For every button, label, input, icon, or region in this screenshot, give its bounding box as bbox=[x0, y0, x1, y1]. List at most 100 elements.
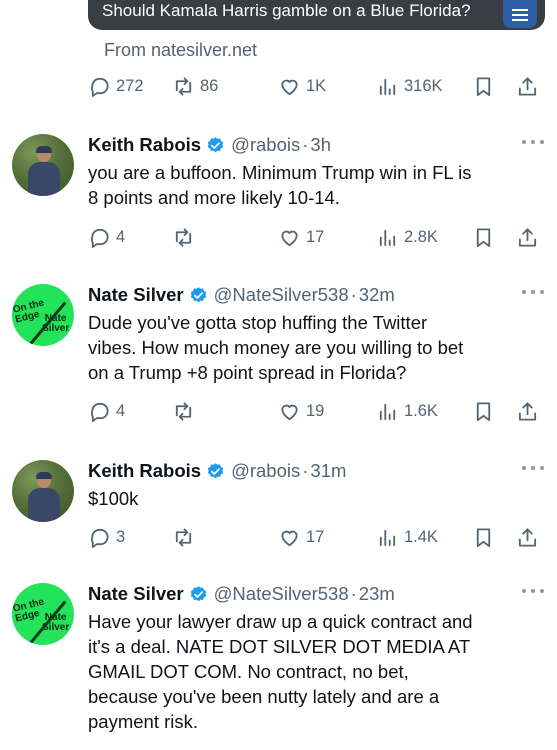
author-handle[interactable]: @rabois bbox=[231, 460, 300, 482]
timestamp[interactable]: 3h bbox=[310, 134, 331, 156]
share-button[interactable] bbox=[516, 222, 539, 252]
author-name[interactable]: Keith Rabois bbox=[88, 460, 201, 482]
tweet-header: Keith Rabois @rabois · 3h bbox=[88, 132, 331, 158]
link-source[interactable]: From natesilver.net bbox=[104, 40, 257, 61]
action-bar: 4 17 2.8K bbox=[88, 222, 543, 252]
tweet-header: Nate Silver @NateSilver538 · 32m bbox=[88, 282, 395, 308]
action-bar: 4 19 1.6K bbox=[88, 396, 543, 426]
action-bar: 272 86 1K 316K bbox=[88, 71, 543, 101]
tweet-text: Have your lawyer draw up a quick contrac… bbox=[88, 609, 543, 734]
link-preview-card[interactable]: Should Kamala Harris gamble on a Blue Fl… bbox=[88, 0, 545, 30]
list-icon bbox=[503, 0, 537, 28]
timestamp[interactable]: 23m bbox=[359, 583, 395, 605]
more-options-icon[interactable] bbox=[520, 464, 546, 472]
reply-count: 4 bbox=[116, 401, 126, 420]
heart-icon bbox=[281, 79, 298, 95]
avatar[interactable] bbox=[12, 460, 74, 522]
tweet-text-line: $100k bbox=[88, 488, 139, 509]
view-count: 1.4K bbox=[404, 527, 438, 546]
tweet-text-line: 8 points and more likely 10-14. bbox=[88, 187, 340, 208]
verified-badge-icon bbox=[207, 462, 224, 478]
heart-icon bbox=[281, 404, 298, 420]
bookmark-button[interactable] bbox=[472, 222, 495, 252]
bookmark-icon bbox=[476, 527, 491, 547]
views-button[interactable]: 316K bbox=[376, 71, 443, 101]
share-button[interactable] bbox=[516, 396, 539, 426]
avatar[interactable] bbox=[12, 134, 74, 196]
repost-button[interactable] bbox=[172, 522, 195, 552]
share-icon bbox=[518, 401, 537, 421]
repost-icon bbox=[175, 227, 192, 247]
author-handle[interactable]: @NateSilver538 bbox=[214, 284, 349, 306]
verified-badge-icon bbox=[207, 136, 224, 152]
link-headline[interactable]: Should Kamala Harris gamble on a Blue Fl… bbox=[102, 1, 471, 21]
reply-icon bbox=[91, 228, 109, 248]
views-button[interactable]: 1.6K bbox=[376, 396, 438, 426]
bookmark-button[interactable] bbox=[472, 396, 495, 426]
like-count: 17 bbox=[306, 227, 325, 246]
author-name[interactable]: Nate Silver bbox=[88, 284, 184, 306]
more-options-icon[interactable] bbox=[520, 288, 546, 296]
avatar[interactable]: On the Edge Nate Silver bbox=[12, 284, 74, 346]
reply-button[interactable]: 4 bbox=[88, 396, 125, 426]
views-icon bbox=[379, 229, 396, 246]
reply-count: 272 bbox=[116, 76, 144, 95]
tweet-text-line: vibes. How much money are you willing to… bbox=[88, 337, 464, 358]
author-handle[interactable]: @NateSilver538 bbox=[214, 583, 349, 605]
action-bar: 3 17 1.4K bbox=[88, 522, 543, 552]
reply-count: 3 bbox=[116, 527, 126, 546]
view-count: 1.6K bbox=[404, 401, 438, 420]
repost-button[interactable]: 86 bbox=[172, 71, 218, 101]
views-icon bbox=[379, 78, 396, 95]
tweet-text: you are a buffoon. Minimum Trump win in … bbox=[88, 160, 543, 210]
like-button[interactable]: 1K bbox=[278, 71, 326, 101]
repost-button[interactable] bbox=[172, 222, 195, 252]
reply-button[interactable]: 4 bbox=[88, 222, 125, 252]
like-count: 1K bbox=[306, 76, 327, 95]
repost-icon bbox=[175, 401, 192, 421]
like-button[interactable]: 17 bbox=[278, 522, 324, 552]
repost-button[interactable] bbox=[172, 396, 195, 426]
repost-icon bbox=[175, 76, 192, 96]
author-handle[interactable]: @rabois bbox=[231, 134, 300, 156]
share-icon bbox=[518, 527, 537, 547]
tweet-text-line: you are a buffoon. Minimum Trump win in … bbox=[88, 162, 472, 183]
separator-dot: · bbox=[302, 134, 309, 155]
author-name[interactable]: Keith Rabois bbox=[88, 134, 201, 156]
share-button[interactable] bbox=[516, 71, 539, 101]
tweet-text-line: payment risk. bbox=[88, 711, 199, 732]
views-button[interactable]: 2.8K bbox=[376, 222, 438, 252]
tweet-header: Nate Silver @NateSilver538 · 23m bbox=[88, 581, 395, 607]
author-name[interactable]: Nate Silver bbox=[88, 583, 184, 605]
like-button[interactable]: 17 bbox=[278, 222, 324, 252]
view-count: 2.8K bbox=[404, 227, 438, 246]
more-options-icon[interactable] bbox=[520, 587, 546, 595]
avatar[interactable]: On the Edge Nate Silver bbox=[12, 583, 74, 645]
reply-button[interactable]: 272 bbox=[88, 71, 144, 101]
tweet-text-line: GMAIL DOT COM. No contract, no bet, bbox=[88, 661, 409, 682]
reply-icon bbox=[91, 77, 109, 97]
share-icon bbox=[518, 227, 537, 247]
views-button[interactable]: 1.4K bbox=[376, 522, 438, 552]
share-button[interactable] bbox=[516, 522, 539, 552]
separator-dot: · bbox=[302, 460, 309, 481]
repost-icon bbox=[175, 527, 192, 547]
more-options-icon[interactable] bbox=[520, 138, 546, 146]
tweet-text-line: on a Trump +8 point spread in Florida? bbox=[88, 362, 407, 383]
separator-dot: · bbox=[350, 284, 357, 305]
timestamp[interactable]: 32m bbox=[359, 284, 395, 306]
bookmark-button[interactable] bbox=[472, 71, 495, 101]
reply-button[interactable]: 3 bbox=[88, 522, 125, 552]
tweet-header: Keith Rabois @rabois · 31m bbox=[88, 458, 346, 484]
tweet-text-line: Dude you've gotta stop huffing the Twitt… bbox=[88, 312, 428, 333]
like-button[interactable]: 19 bbox=[278, 396, 324, 426]
views-icon bbox=[379, 403, 396, 420]
bookmark-button[interactable] bbox=[472, 522, 495, 552]
separator-dot: · bbox=[350, 583, 357, 604]
verified-badge-icon bbox=[190, 585, 206, 601]
like-count: 17 bbox=[306, 527, 325, 546]
repost-count: 86 bbox=[200, 76, 219, 95]
share-icon bbox=[518, 76, 537, 96]
timestamp[interactable]: 31m bbox=[310, 460, 346, 482]
tweet-text: $100k bbox=[88, 486, 543, 511]
